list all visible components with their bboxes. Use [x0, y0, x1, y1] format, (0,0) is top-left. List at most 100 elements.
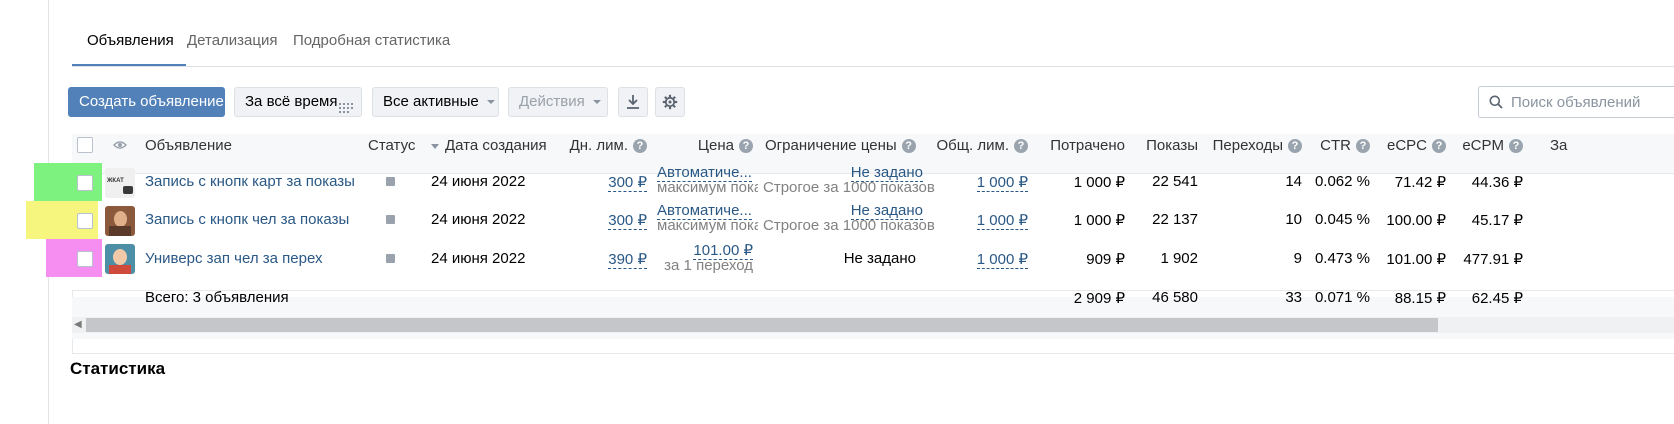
header-price-limit-label: Ограничение цены	[765, 137, 897, 154]
header-clicks-label: Переходы	[1212, 137, 1283, 154]
search-icon	[1489, 95, 1503, 109]
total-limit-value[interactable]: 1 000 ₽	[960, 211, 1028, 230]
total-limit-value[interactable]: 1 000 ₽	[960, 250, 1028, 269]
actions-dropdown[interactable]: Действия	[508, 87, 608, 117]
impressions-value: 1 902	[1160, 250, 1198, 267]
ad-thumbnail[interactable]	[105, 206, 135, 236]
created-date: 24 июня 2022	[431, 250, 526, 267]
daily-limit-link[interactable]: 300 ₽	[608, 174, 647, 192]
tab-details[interactable]: Детализация	[187, 32, 278, 49]
help-icon[interactable]: ?	[739, 139, 753, 153]
row-checkbox[interactable]	[77, 175, 93, 191]
help-icon[interactable]: ?	[1014, 139, 1028, 153]
header-price-label: Цена	[697, 137, 734, 154]
create-ad-label: Создать объявление	[79, 93, 224, 110]
active-tab-indicator	[72, 64, 186, 66]
status-icon	[386, 215, 395, 224]
clicks-value: 10	[1285, 211, 1302, 228]
sort-down-icon	[431, 143, 439, 149]
help-icon[interactable]: ?	[633, 139, 647, 153]
header-created-label: Дата создания	[445, 137, 547, 154]
header-extra: За	[1550, 137, 1568, 154]
status-filter-dropdown[interactable]: Все активные	[372, 87, 499, 117]
ecpc-value: 100.00 ₽	[1386, 212, 1446, 229]
period-selector[interactable]: За всё время	[234, 87, 362, 117]
ctr-value: 0.062 %	[1314, 173, 1370, 190]
settings-button[interactable]	[655, 87, 685, 117]
impressions-value: 22 137	[1152, 211, 1198, 228]
status-icon	[386, 254, 395, 263]
created-date: 24 июня 2022	[431, 211, 526, 228]
row-checkbox[interactable]	[77, 251, 93, 267]
header-daily-limit-label: Дн. лим.	[569, 137, 628, 154]
ad-thumbnail[interactable]	[105, 244, 135, 274]
gear-icon	[662, 94, 678, 110]
total-impressions: 46 580	[1152, 289, 1198, 306]
daily-limit-value[interactable]: 390 ₽	[580, 250, 647, 269]
header-ecpc-label: eCPC	[1386, 137, 1427, 154]
eye-icon[interactable]	[113, 140, 127, 150]
total-spent: 2 909 ₽	[1073, 290, 1125, 307]
price-subtext: максимум пока:	[657, 179, 758, 195]
ad-thumbnail[interactable]: ЖКАТ	[105, 168, 135, 198]
price-cell[interactable]: 101.00 ₽ за 1 переход	[657, 242, 753, 273]
clicks-value: 9	[1293, 250, 1302, 267]
header-clicks: Переходы?	[1205, 137, 1302, 154]
search-input[interactable]	[1511, 87, 1671, 117]
header-total-limit: Общ. лим.?	[930, 137, 1028, 154]
period-label: За всё время	[245, 93, 338, 110]
daily-limit-link[interactable]: 300 ₽	[608, 212, 647, 230]
ecpc-value: 101.00 ₽	[1386, 251, 1446, 268]
created-date: 24 июня 2022	[431, 173, 526, 190]
price-limit-cell[interactable]: Не задано Строгое за 1000 показов	[763, 202, 935, 233]
total-limit-link[interactable]: 1 000 ₽	[976, 251, 1028, 269]
total-limit-link[interactable]: 1 000 ₽	[976, 212, 1028, 230]
price-limit-subtext: Строгое за 1000 показов	[763, 179, 935, 196]
help-icon[interactable]: ?	[1288, 139, 1302, 153]
price-cell[interactable]: Автоматиче... максимум пока:	[657, 203, 758, 233]
status-icon	[386, 177, 395, 186]
header-impressions: Показы	[1146, 137, 1198, 154]
total-ecpm: 62.45 ₽	[1471, 290, 1523, 307]
daily-limit-link[interactable]: 390 ₽	[608, 251, 647, 269]
daily-limit-value[interactable]: 300 ₽	[580, 173, 647, 192]
actions-label: Действия	[519, 93, 585, 110]
price-limit-cell[interactable]: Не задано Строгое за 1000 показов	[763, 164, 935, 195]
ad-title-link[interactable]: Запись с кнопк карт за показы	[145, 173, 355, 190]
header-created[interactable]: Дата создания	[431, 137, 547, 154]
header-ctr-label: CTR	[1320, 137, 1351, 154]
help-icon[interactable]: ?	[901, 139, 916, 153]
price-cell[interactable]: Автоматиче... максимум пока:	[657, 165, 758, 195]
daily-limit-value[interactable]: 300 ₽	[580, 211, 647, 230]
status-filter-label: Все активные	[383, 93, 479, 110]
impressions-value: 22 541	[1152, 173, 1198, 190]
search-box[interactable]	[1478, 86, 1674, 118]
spent-value: 1 000 ₽	[1073, 174, 1125, 191]
header-ecpc: eCPC?	[1380, 137, 1446, 154]
help-icon[interactable]: ?	[1432, 139, 1446, 153]
ecpm-value: 44.36 ₽	[1471, 174, 1523, 191]
tab-ads[interactable]: Объявления	[87, 32, 174, 49]
ad-title-link[interactable]: Запись с кнопк чел за показы	[145, 211, 349, 228]
create-ad-button[interactable]: Создать объявление	[68, 87, 225, 117]
chevron-down-icon	[486, 100, 495, 105]
select-all-checkbox[interactable]	[77, 137, 93, 153]
price-subtext: максимум пока:	[657, 217, 758, 233]
ctr-value: 0.473 %	[1314, 250, 1370, 267]
header-price-limit: Ограничение цены?	[765, 137, 916, 154]
help-icon[interactable]: ?	[1356, 139, 1370, 153]
scroll-left-arrow-icon[interactable]: ◀	[74, 319, 82, 330]
calendar-grid-icon	[339, 96, 353, 124]
total-limit-value[interactable]: 1 000 ₽	[960, 173, 1028, 192]
total-limit-link[interactable]: 1 000 ₽	[976, 174, 1028, 192]
tab-detailed-stats[interactable]: Подробная статистика	[293, 32, 450, 49]
price-limit-text: Не задано	[843, 250, 916, 267]
total-ecpc: 88.15 ₽	[1394, 290, 1446, 307]
header-spent: Потрачено	[1050, 137, 1125, 154]
ad-title-link[interactable]: Универс зап чел за перех	[145, 250, 322, 267]
scrollbar-thumb[interactable]	[86, 318, 1438, 332]
row-checkbox[interactable]	[77, 213, 93, 229]
help-icon[interactable]: ?	[1509, 139, 1523, 153]
header-total-limit-label: Общ. лим.	[936, 137, 1009, 154]
download-button[interactable]	[618, 87, 648, 117]
